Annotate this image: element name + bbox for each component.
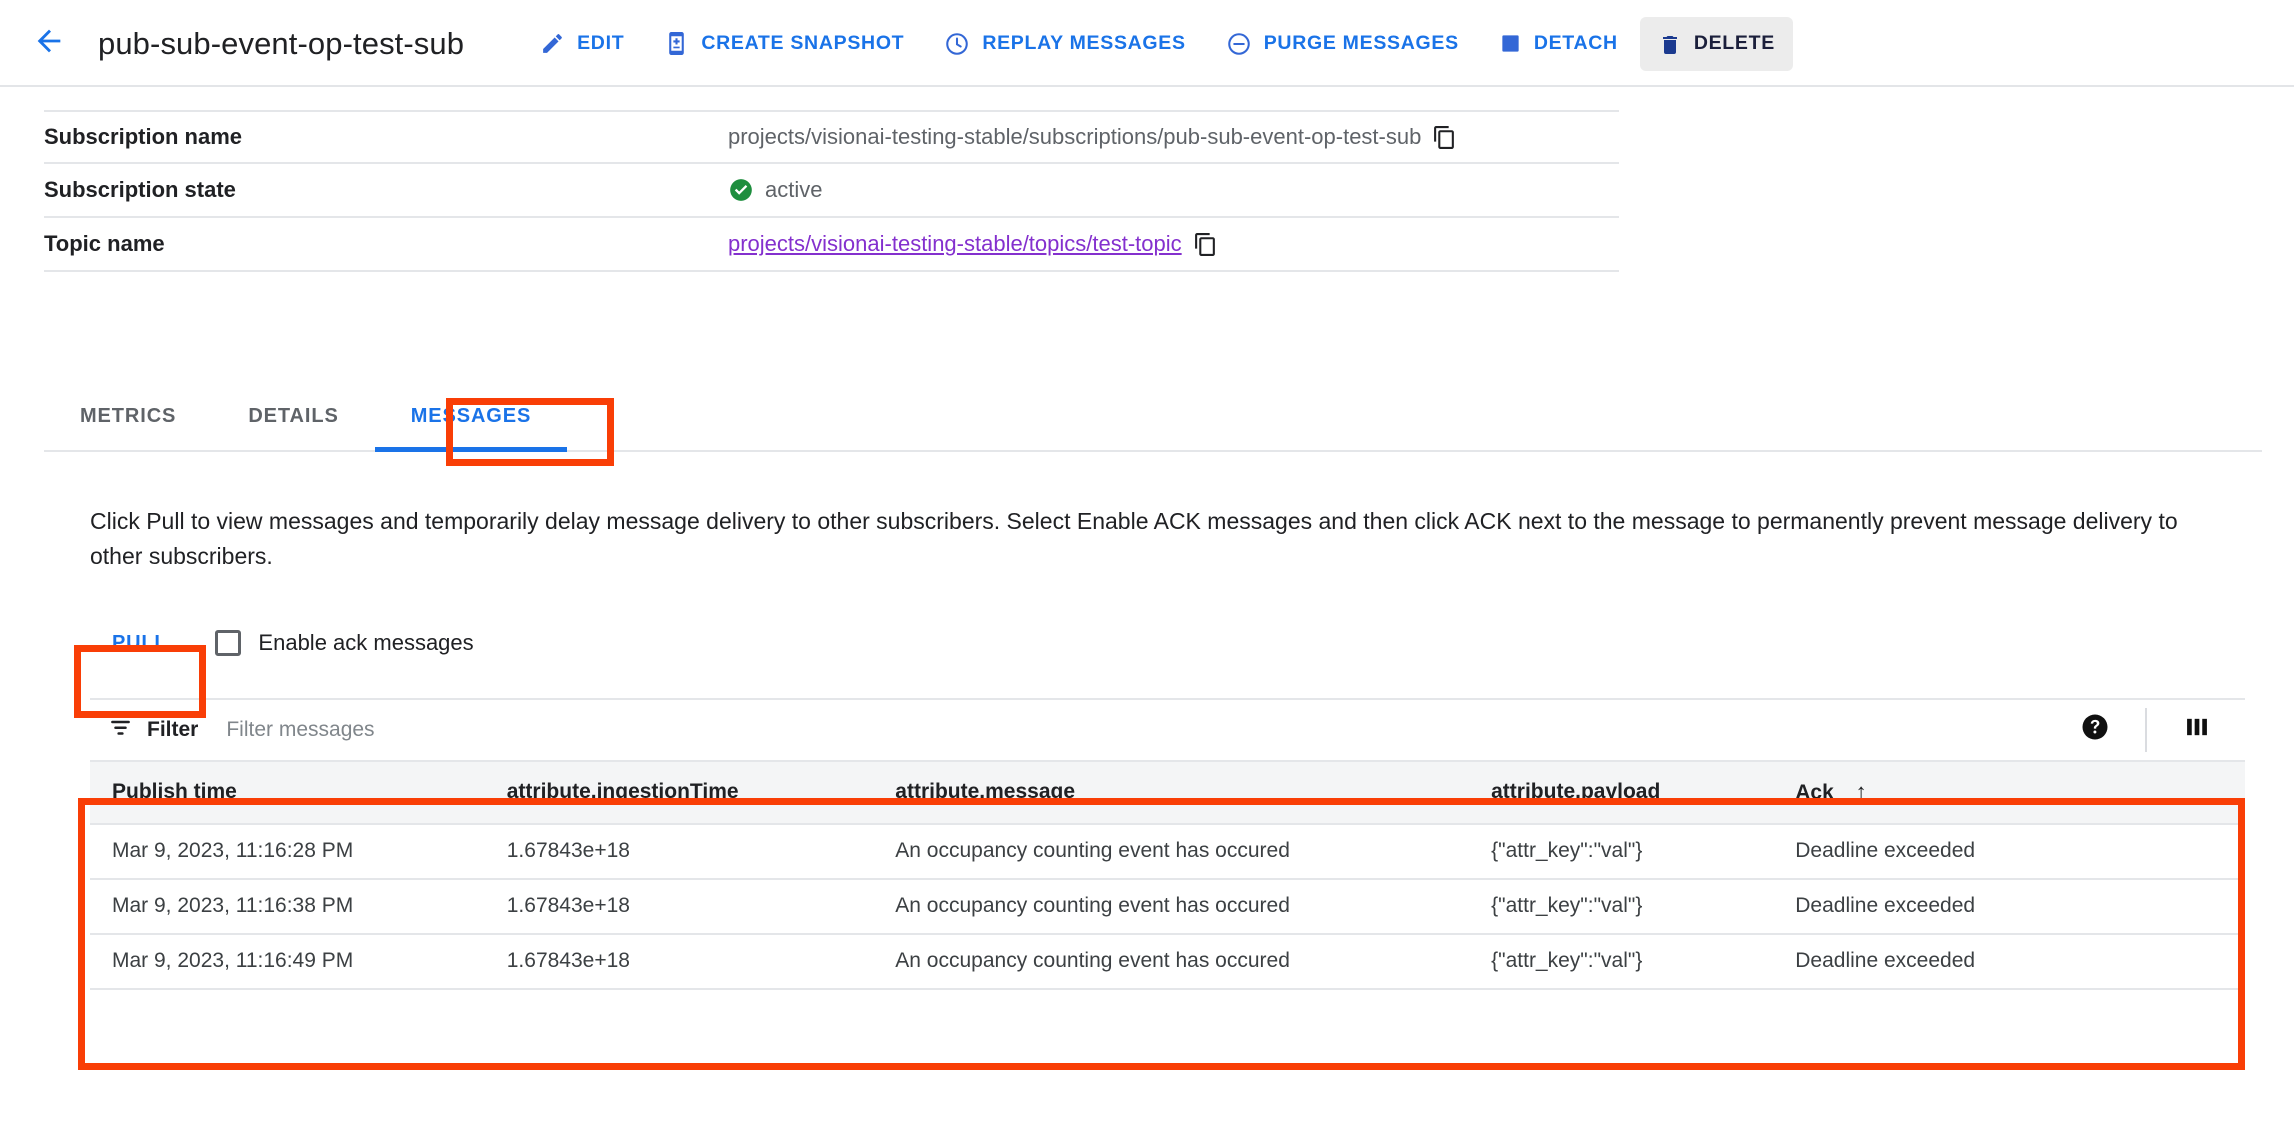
table-row[interactable]: Mar 9, 2023, 11:16:38 PM 1.67843e+18 An … <box>90 878 2245 935</box>
square-icon <box>1499 32 1522 55</box>
filter-button[interactable]: Filter <box>108 715 198 745</box>
table-row[interactable]: Mar 9, 2023, 11:16:28 PM 1.67843e+18 An … <box>90 823 2245 880</box>
table-row[interactable]: Mar 9, 2023, 11:16:49 PM 1.67843e+18 An … <box>90 933 2245 990</box>
tab-metrics[interactable]: METRICS <box>44 382 212 450</box>
tabs-container: METRICS DETAILS MESSAGES <box>0 384 2294 452</box>
cell-ack: Deadline exceeded <box>1773 878 2245 935</box>
column-header-ack-label: Ack <box>1795 781 1834 805</box>
table-header-row: Publish time attribute.ingestionTime att… <box>90 761 2245 825</box>
check-circle-icon <box>728 177 754 203</box>
cell-ingestion-time: 1.67843e+18 <box>484 933 874 990</box>
subscription-properties: Subscription name projects/visionai-test… <box>0 110 2294 272</box>
messages-table-card: Filter Filter messages Publish time attr… <box>90 697 2245 1015</box>
arrow-left-icon <box>32 24 66 63</box>
back-button[interactable] <box>22 17 76 71</box>
detach-button[interactable]: DETACH <box>1481 17 1636 71</box>
cell-message: An occupancy counting event has occured <box>873 933 1470 990</box>
property-value-group: projects/visionai-testing-stable/topics/… <box>728 231 1218 257</box>
delete-button[interactable]: DELETE <box>1639 16 1793 71</box>
cell-publish-time: Mar 9, 2023, 11:16:38 PM <box>90 878 485 935</box>
cell-ack: Deadline exceeded <box>1773 933 2245 990</box>
filter-bar-tools <box>2067 702 2225 758</box>
pull-controls: PULL Enable ack messages <box>90 619 2294 668</box>
minus-circle-icon <box>1226 31 1252 57</box>
column-header-ingestion-time[interactable]: attribute.ingestionTime <box>484 761 874 825</box>
purge-messages-button[interactable]: PURGE MESSAGES <box>1208 17 1477 71</box>
property-row-topic-name: Topic name projects/visionai-testing-sta… <box>44 218 1619 272</box>
enable-ack-messages-label: Enable ack messages <box>258 630 474 656</box>
filter-bar: Filter <box>90 697 2245 762</box>
delete-button-label: DELETE <box>1693 32 1775 54</box>
cell-publish-time: Mar 9, 2023, 11:16:28 PM <box>90 823 485 880</box>
edit-button[interactable]: EDIT <box>522 17 642 71</box>
column-header-ack[interactable]: Ack ↑ <box>1773 761 2245 825</box>
cell-payload: {"attr_key":"val"} <box>1469 878 1774 935</box>
filter-input[interactable] <box>224 716 865 743</box>
sort-ascending-icon: ↑ <box>1855 779 1867 805</box>
tab-metrics-label: METRICS <box>80 404 177 427</box>
property-row-subscription-state: Subscription state active <box>44 164 1619 218</box>
purge-messages-button-label: PURGE MESSAGES <box>1263 32 1459 54</box>
page-title: pub-sub-event-op-test-sub <box>98 25 465 61</box>
enable-ack-messages-checkbox[interactable]: Enable ack messages <box>215 630 474 657</box>
column-header-payload[interactable]: attribute.payload <box>1469 761 1774 825</box>
topic-name-link[interactable]: projects/visionai-testing-stable/topics/… <box>728 231 1182 257</box>
property-value-group: projects/visionai-testing-stable/subscri… <box>728 124 1457 150</box>
page-action-bar: pub-sub-event-op-test-sub EDIT CREATE SN… <box>0 0 2294 87</box>
column-display-button[interactable] <box>2169 702 2225 758</box>
tab-details[interactable]: DETAILS <box>212 382 374 450</box>
cell-payload: {"attr_key":"val"} <box>1469 823 1774 880</box>
cell-message: An occupancy counting event has occured <box>873 878 1470 935</box>
replay-messages-button-label: REPLAY MESSAGES <box>982 32 1186 54</box>
edit-button-label: EDIT <box>577 32 625 54</box>
tab-bar: METRICS DETAILS MESSAGES <box>44 384 2262 452</box>
snapshot-icon <box>664 31 689 56</box>
cell-ack: Deadline exceeded <box>1773 823 2245 880</box>
property-label: Subscription name <box>44 124 243 149</box>
cell-ingestion-time: 1.67843e+18 <box>484 878 874 935</box>
checkbox-box[interactable] <box>215 630 242 657</box>
table-footer-spacer <box>90 989 2245 1015</box>
help-button[interactable] <box>2067 702 2123 758</box>
pencil-icon <box>540 31 565 56</box>
help-filled-icon <box>2080 712 2110 747</box>
cell-payload: {"attr_key":"val"} <box>1469 933 1774 990</box>
messages-table: Publish time attribute.ingestionTime att… <box>90 761 2245 1015</box>
column-header-publish-time[interactable]: Publish time <box>90 761 485 825</box>
cell-message: An occupancy counting event has occured <box>873 823 1470 880</box>
subscription-state-value: active <box>765 177 823 202</box>
column-display-icon <box>2183 714 2211 745</box>
detach-button-label: DETACH <box>1533 32 1618 54</box>
pull-button[interactable]: PULL <box>90 619 189 668</box>
property-value-group: active <box>728 177 822 203</box>
copy-icon[interactable] <box>1193 232 1218 257</box>
cell-publish-time: Mar 9, 2023, 11:16:49 PM <box>90 933 485 990</box>
tab-messages[interactable]: MESSAGES <box>374 382 568 452</box>
clock-icon <box>944 31 970 57</box>
filter-label: Filter <box>147 717 199 741</box>
create-snapshot-button-label: CREATE SNAPSHOT <box>701 32 905 54</box>
create-snapshot-button[interactable]: CREATE SNAPSHOT <box>646 17 922 71</box>
toolbar-divider <box>2145 707 2147 752</box>
property-label: Subscription state <box>44 177 236 202</box>
property-row-subscription-name: Subscription name projects/visionai-test… <box>44 110 1619 164</box>
messages-description: Click Pull to view messages and temporar… <box>90 508 2178 569</box>
replay-messages-button[interactable]: REPLAY MESSAGES <box>926 17 1203 71</box>
filter-icon <box>108 715 133 745</box>
tab-messages-label: MESSAGES <box>410 404 532 427</box>
property-label: Topic name <box>44 231 165 256</box>
copy-icon[interactable] <box>1432 125 1457 150</box>
tab-details-label: DETAILS <box>248 404 339 427</box>
column-header-message[interactable]: attribute.message <box>873 761 1470 825</box>
cell-ingestion-time: 1.67843e+18 <box>484 823 874 880</box>
trash-icon <box>1658 32 1682 56</box>
action-toolbar: EDIT CREATE SNAPSHOT REPLAY MESSAGES PUR… <box>522 16 1793 71</box>
subscription-name-value: projects/visionai-testing-stable/subscri… <box>728 124 1422 149</box>
